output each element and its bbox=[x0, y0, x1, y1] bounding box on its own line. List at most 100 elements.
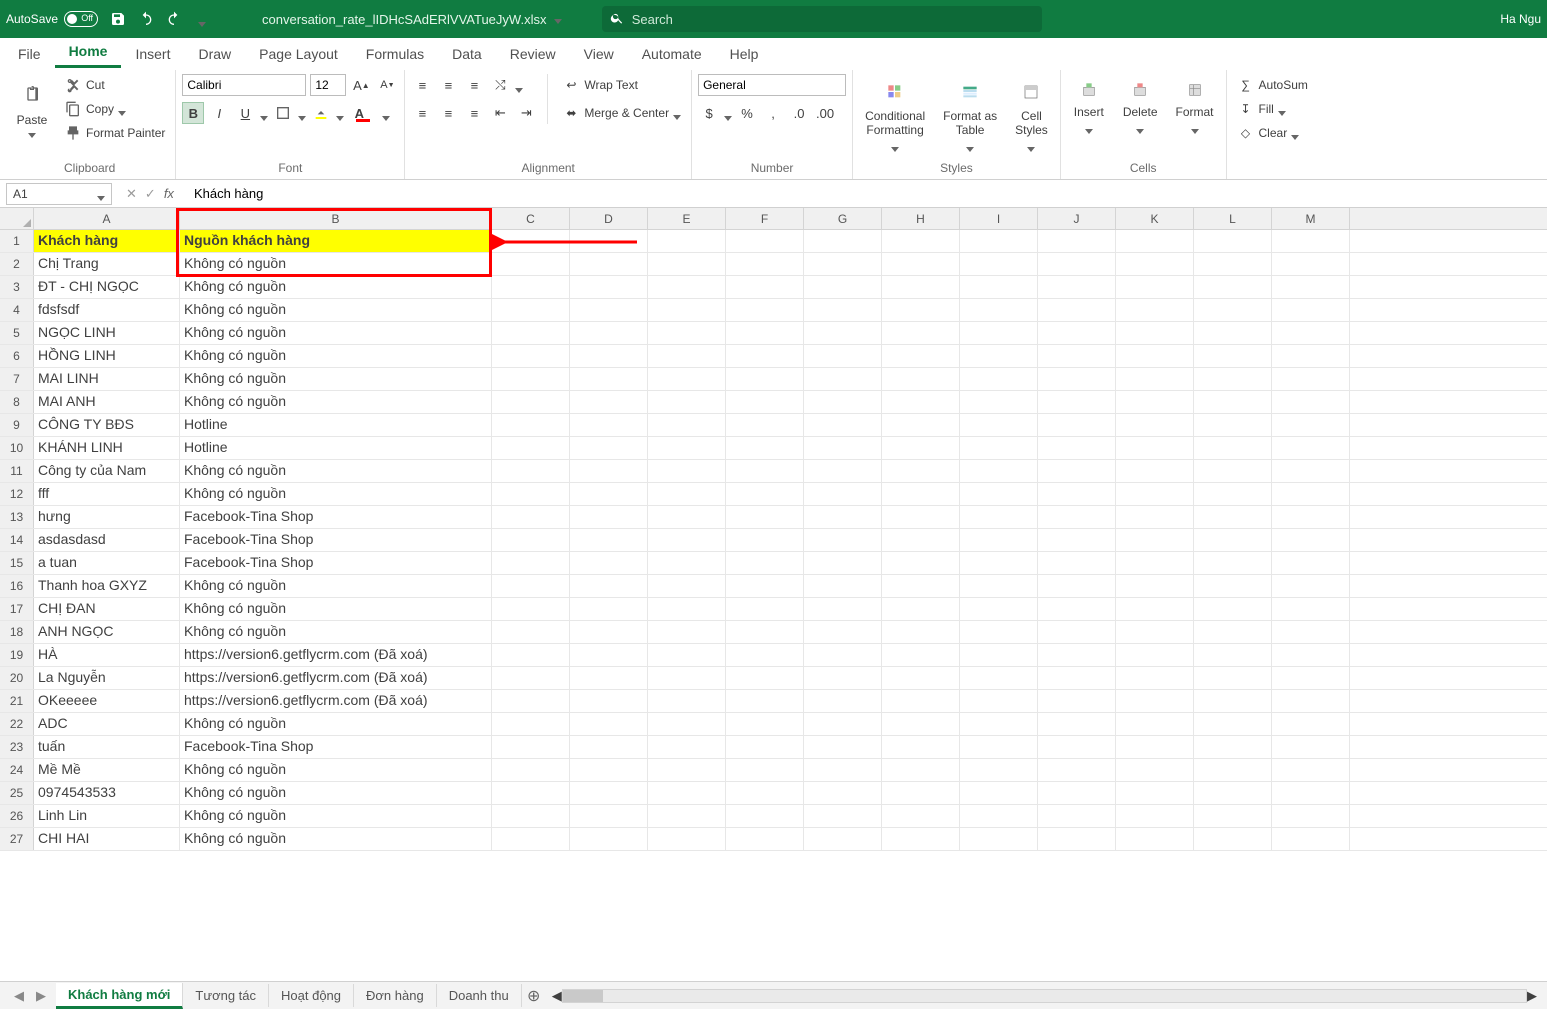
cell[interactable]: KHÁNH LINH bbox=[34, 437, 180, 459]
tab-automate[interactable]: Automate bbox=[628, 40, 716, 68]
cell[interactable] bbox=[492, 552, 570, 574]
cell[interactable] bbox=[882, 483, 960, 505]
cell[interactable]: Không có nguồn bbox=[180, 368, 492, 390]
cell[interactable] bbox=[726, 575, 804, 597]
cell[interactable] bbox=[960, 276, 1038, 298]
cell[interactable] bbox=[882, 276, 960, 298]
cell[interactable]: Không có nguồn bbox=[180, 575, 492, 597]
cell[interactable] bbox=[1038, 253, 1116, 275]
cell[interactable] bbox=[1038, 460, 1116, 482]
cell[interactable]: OKeeeee bbox=[34, 690, 180, 712]
cell[interactable] bbox=[1038, 391, 1116, 413]
cell[interactable] bbox=[1194, 506, 1272, 528]
sheet-tab-tuong-tac[interactable]: Tương tác bbox=[183, 984, 269, 1007]
cell[interactable] bbox=[1194, 575, 1272, 597]
cell[interactable] bbox=[882, 667, 960, 689]
cell[interactable]: HỒNG LINH bbox=[34, 345, 180, 367]
cell[interactable]: ĐT - CHỊ NGỌC bbox=[34, 276, 180, 298]
row-header[interactable]: 14 bbox=[0, 529, 34, 551]
cell[interactable] bbox=[1116, 805, 1194, 827]
cell[interactable] bbox=[1116, 575, 1194, 597]
cell[interactable]: https://version6.getflycrm.com (Đã xoá) bbox=[180, 690, 492, 712]
decrease-indent-icon[interactable]: ⇤ bbox=[489, 102, 511, 124]
cell[interactable] bbox=[960, 299, 1038, 321]
cell[interactable] bbox=[1194, 621, 1272, 643]
cell[interactable]: CHỊ ĐAN bbox=[34, 598, 180, 620]
cell[interactable] bbox=[804, 644, 882, 666]
cell[interactable]: Facebook-Tina Shop bbox=[180, 736, 492, 758]
cell[interactable] bbox=[570, 483, 648, 505]
cell[interactable] bbox=[570, 345, 648, 367]
cell[interactable] bbox=[1194, 437, 1272, 459]
document-title[interactable]: conversation_rate_lIDHcSAdERlVVATueJyW.x… bbox=[262, 12, 562, 27]
cell[interactable] bbox=[726, 598, 804, 620]
cell[interactable]: Không có nguồn bbox=[180, 483, 492, 505]
sheet-tab-don-hang[interactable]: Đơn hàng bbox=[354, 984, 437, 1007]
sheet-nav-prev-icon[interactable]: ◀ bbox=[10, 987, 28, 1005]
cell[interactable] bbox=[492, 621, 570, 643]
cell[interactable]: Chị Trang bbox=[34, 253, 180, 275]
cell[interactable] bbox=[570, 667, 648, 689]
tab-file[interactable]: File bbox=[4, 40, 55, 68]
cell[interactable] bbox=[570, 621, 648, 643]
cell[interactable] bbox=[960, 782, 1038, 804]
cell[interactable] bbox=[1116, 828, 1194, 850]
formula-input[interactable] bbox=[188, 186, 1547, 201]
cell[interactable] bbox=[1116, 552, 1194, 574]
cell[interactable] bbox=[726, 644, 804, 666]
cell[interactable] bbox=[1038, 759, 1116, 781]
cell[interactable] bbox=[804, 736, 882, 758]
cell[interactable] bbox=[1194, 828, 1272, 850]
cell[interactable] bbox=[492, 322, 570, 344]
cell[interactable] bbox=[570, 391, 648, 413]
cell[interactable] bbox=[1116, 713, 1194, 735]
underline-button[interactable]: U bbox=[234, 102, 256, 124]
cell[interactable] bbox=[726, 529, 804, 551]
name-box[interactable]: A1 bbox=[6, 183, 112, 205]
fx-icon[interactable]: fx bbox=[164, 186, 180, 201]
cell[interactable] bbox=[492, 759, 570, 781]
tab-home[interactable]: Home bbox=[55, 37, 122, 68]
col-header-F[interactable]: F bbox=[726, 208, 804, 229]
cell[interactable] bbox=[648, 805, 726, 827]
cell[interactable] bbox=[1038, 368, 1116, 390]
cell[interactable]: Không có nguồn bbox=[180, 345, 492, 367]
cell[interactable]: MAI ANH bbox=[34, 391, 180, 413]
cell[interactable] bbox=[492, 736, 570, 758]
cell[interactable] bbox=[1116, 299, 1194, 321]
sheet-nav-next-icon[interactable]: ▶ bbox=[32, 987, 50, 1005]
cell[interactable]: Hotline bbox=[180, 414, 492, 436]
tab-draw[interactable]: Draw bbox=[184, 40, 245, 68]
cell[interactable] bbox=[960, 736, 1038, 758]
cell[interactable] bbox=[648, 460, 726, 482]
cell[interactable]: Không có nguồn bbox=[180, 253, 492, 275]
cell[interactable] bbox=[960, 828, 1038, 850]
cell[interactable] bbox=[648, 414, 726, 436]
enter-formula-icon[interactable]: ✓ bbox=[145, 186, 156, 202]
percent-icon[interactable]: % bbox=[736, 102, 758, 124]
cell[interactable] bbox=[960, 368, 1038, 390]
row-header[interactable]: 20 bbox=[0, 667, 34, 689]
cell[interactable] bbox=[726, 690, 804, 712]
cell[interactable] bbox=[1038, 322, 1116, 344]
cell[interactable] bbox=[648, 598, 726, 620]
cell[interactable] bbox=[1038, 299, 1116, 321]
cell[interactable] bbox=[726, 345, 804, 367]
cell[interactable] bbox=[1116, 345, 1194, 367]
row-header[interactable]: 4 bbox=[0, 299, 34, 321]
cell[interactable] bbox=[726, 414, 804, 436]
cell[interactable] bbox=[882, 529, 960, 551]
copy-button[interactable]: Copy bbox=[60, 98, 169, 120]
align-top-icon[interactable]: ≡ bbox=[411, 74, 433, 96]
cell[interactable]: MAI LINH bbox=[34, 368, 180, 390]
cell[interactable] bbox=[804, 414, 882, 436]
cell[interactable] bbox=[1272, 598, 1350, 620]
cell[interactable] bbox=[648, 391, 726, 413]
horizontal-scrollbar[interactable]: ◀ ▶ bbox=[546, 988, 1543, 1004]
cell[interactable] bbox=[570, 506, 648, 528]
cell[interactable] bbox=[804, 483, 882, 505]
cell[interactable] bbox=[726, 759, 804, 781]
cell[interactable] bbox=[1194, 690, 1272, 712]
row-header[interactable]: 15 bbox=[0, 552, 34, 574]
cell[interactable]: Không có nguồn bbox=[180, 759, 492, 781]
